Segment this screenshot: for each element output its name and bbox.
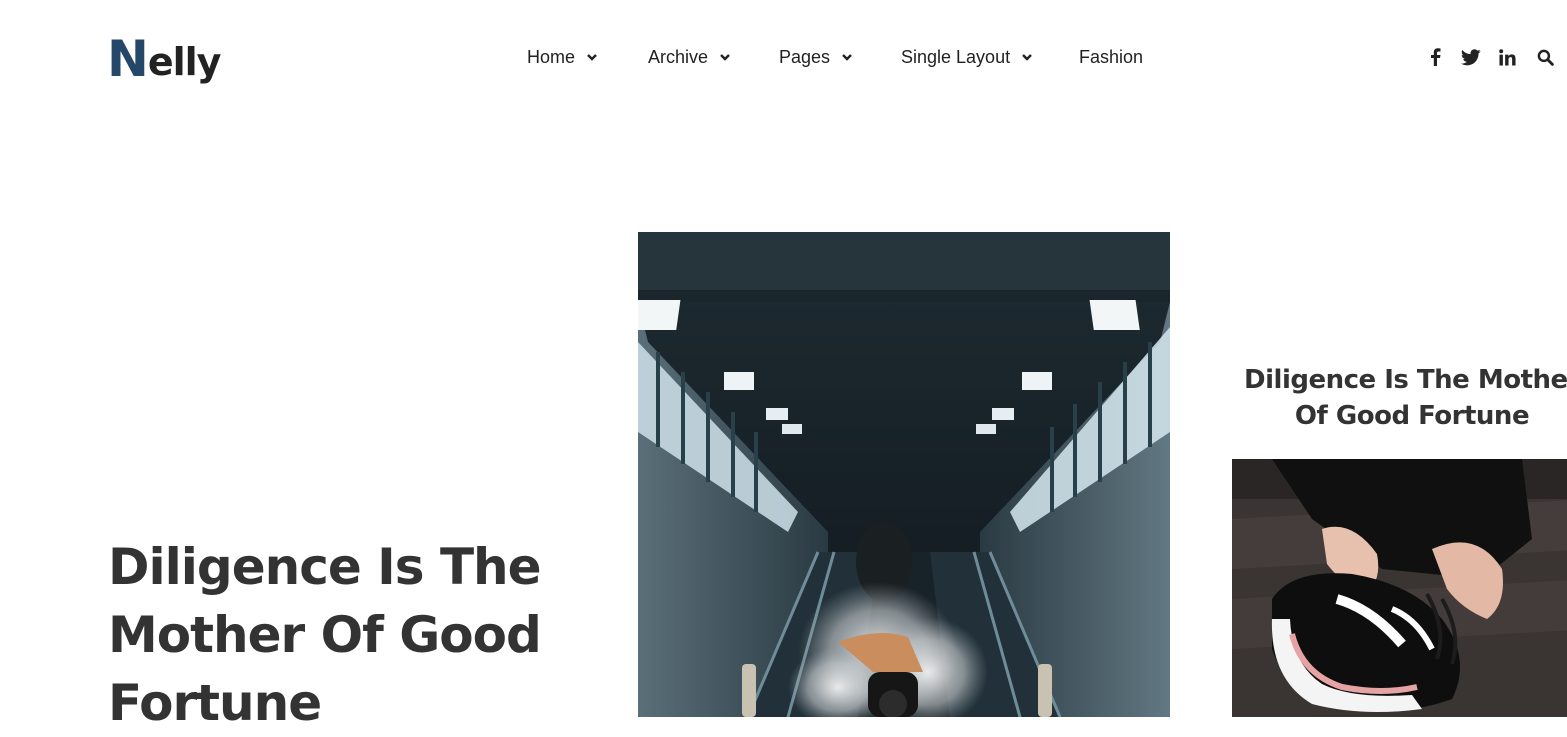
nav-item-home[interactable]: Home bbox=[527, 44, 598, 70]
side-post-title-line1: Diligence Is The Mother bbox=[1244, 365, 1567, 395]
chevron-down-icon bbox=[720, 54, 730, 61]
linkedin-icon bbox=[1498, 48, 1516, 66]
twitter-icon bbox=[1461, 48, 1481, 65]
nav-label: Pages bbox=[779, 46, 831, 67]
nav-item-pages[interactable]: Pages bbox=[779, 44, 853, 70]
chevron-down-icon bbox=[587, 54, 597, 61]
logo-wordmark: elly bbox=[147, 40, 222, 84]
facebook-icon bbox=[1431, 48, 1441, 66]
search-button[interactable] bbox=[1533, 45, 1557, 69]
nav-label: Fashion bbox=[1079, 46, 1144, 67]
hero-post-title[interactable]: Diligence Is The Mother Of Good Fortune bbox=[108, 533, 578, 737]
nav-item-fashion[interactable]: Fashion bbox=[1079, 44, 1143, 70]
side-post-title-line2: Of Good Fortune bbox=[1294, 401, 1530, 431]
nav-item-single-layout[interactable]: Single Layout bbox=[901, 44, 1033, 70]
nav-label: Archive bbox=[648, 46, 709, 67]
sneaker-photo bbox=[1232, 459, 1567, 717]
side-post-title[interactable]: Diligence Is The Mother Of Good Fortune bbox=[1232, 362, 1567, 434]
search-icon bbox=[1537, 49, 1554, 66]
chevron-down-icon bbox=[842, 54, 852, 61]
escalator-photo bbox=[638, 232, 1170, 717]
site-logo[interactable]: N elly bbox=[107, 28, 222, 88]
nav-item-archive[interactable]: Archive bbox=[648, 44, 731, 70]
nav-label: Single Layout bbox=[901, 46, 1011, 67]
logo-letter-n: N bbox=[107, 30, 149, 88]
nav-label: Home bbox=[527, 46, 576, 67]
linkedin-link[interactable] bbox=[1495, 45, 1519, 69]
twitter-link[interactable] bbox=[1459, 45, 1483, 69]
side-post-image[interactable] bbox=[1232, 459, 1567, 717]
chevron-down-icon bbox=[1022, 54, 1032, 61]
hero-post-image[interactable] bbox=[638, 232, 1170, 717]
facebook-link[interactable] bbox=[1423, 45, 1447, 69]
